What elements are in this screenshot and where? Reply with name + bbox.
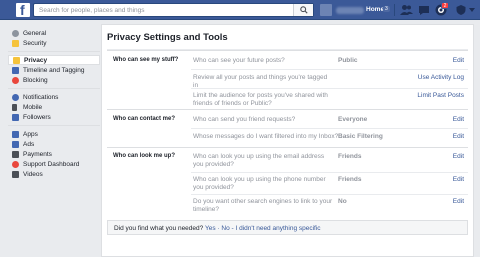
home-count: 3 <box>383 6 390 12</box>
edit-link[interactable]: Edit <box>453 198 464 205</box>
divider <box>394 4 395 16</box>
sidebar-item-privacy[interactable]: Privacy <box>8 55 100 65</box>
section-who-can-contact-me: Who can contact me? Who can send you fri… <box>107 109 468 147</box>
messages-icon[interactable] <box>418 4 430 16</box>
sidebar-item-blocking[interactable]: Blocking <box>8 75 100 85</box>
edit-link[interactable]: Edit <box>453 153 464 160</box>
section-who-can-see-my-stuff: Who can see my stuff? Who can see your f… <box>107 50 468 108</box>
section-who-can-look-me-up: Who can look me up? Who can look you up … <box>107 147 468 213</box>
sidebar-group-privacy: Privacy Timeline and Tagging Blocking <box>8 55 100 89</box>
shield-icon <box>12 39 19 47</box>
gear-icon <box>12 29 19 37</box>
sidebar-group-notifications: Notifications Mobile Followers <box>8 92 100 126</box>
sidebar-item-general[interactable]: General <box>8 28 100 38</box>
timeline-icon <box>12 66 19 74</box>
settings-row: Who can look you up using the email addr… <box>107 150 468 172</box>
privacy-settings-panel: Privacy Settings and Tools Who can see m… <box>101 24 474 257</box>
setting-question: Do you want other search engines to link… <box>193 198 333 213</box>
feedback-box: Did you find what you needed? Yes · No -… <box>107 220 468 235</box>
settings-sidebar: General Security Privacy Timeline and Ta… <box>8 28 100 179</box>
sidebar-item-apps[interactable]: Apps <box>8 129 100 139</box>
feedback-separator: · <box>217 225 220 232</box>
sidebar-item-videos[interactable]: Videos <box>8 169 100 179</box>
setting-question: Whose messages do I want filtered into m… <box>193 133 339 140</box>
profile-link[interactable] <box>320 4 364 16</box>
notifications-badge: 2 <box>441 2 449 9</box>
avatar <box>320 4 332 16</box>
globe-icon <box>12 93 19 101</box>
payments-icon <box>12 150 19 158</box>
search-box <box>33 3 314 17</box>
setting-question: Limit the audience for posts you've shar… <box>193 92 328 107</box>
settings-row: Limit the audience for posts you've shar… <box>191 88 468 109</box>
edit-link[interactable]: Edit <box>453 133 464 140</box>
setting-question: Who can look you up using the email addr… <box>193 153 325 168</box>
search-icon <box>300 6 308 14</box>
sidebar-item-mobile[interactable]: Mobile <box>8 102 100 112</box>
facebook-logo[interactable]: f <box>16 2 30 18</box>
lifebuoy-icon <box>12 160 19 168</box>
mobile-icon <box>12 103 17 111</box>
setting-question: Who can look you up using the phone numb… <box>193 176 326 191</box>
top-bar: f Home 3 2 <box>0 0 480 20</box>
privacy-shortcuts-icon[interactable] <box>455 4 467 16</box>
feedback-yes-link[interactable]: Yes <box>205 225 216 232</box>
feedback-prompt: Did you find what you needed? Yes · No -… <box>114 225 321 232</box>
video-icon <box>12 170 19 178</box>
search-button[interactable] <box>293 4 313 16</box>
use-activity-log-link[interactable]: Use Activity Log <box>418 74 464 81</box>
page-title: Privacy Settings and Tools <box>107 32 228 43</box>
sidebar-item-ads[interactable]: Ads <box>8 139 100 149</box>
rss-icon <box>12 113 19 121</box>
sidebar-item-timeline-and-tagging[interactable]: Timeline and Tagging <box>8 65 100 75</box>
setting-question: Who can see your future posts? <box>193 57 285 64</box>
ads-icon <box>12 140 19 148</box>
sidebar-item-followers[interactable]: Followers <box>8 112 100 122</box>
setting-value: Friends <box>338 176 362 183</box>
settings-row: Whose messages do I want filtered into m… <box>191 128 468 147</box>
sidebar-group-apps: Apps Ads Payments Support Dashboard Vide… <box>8 129 100 179</box>
sidebar-group-account: General Security <box>8 28 100 52</box>
block-icon <box>12 76 19 84</box>
home-link[interactable]: Home <box>366 6 384 13</box>
setting-value: Friends <box>338 153 362 160</box>
settings-row: Do you want other search engines to link… <box>191 194 468 215</box>
setting-value: Public <box>338 57 358 64</box>
profile-name-blurred <box>336 6 364 14</box>
limit-past-posts-link[interactable]: Limit Past Posts <box>417 92 464 99</box>
feedback-no-link[interactable]: No - I didn't need anything specific <box>221 225 320 232</box>
setting-value: No <box>338 198 347 205</box>
friend-requests-icon[interactable] <box>400 4 413 16</box>
sidebar-item-security[interactable]: Security <box>8 38 100 48</box>
sidebar-item-support-dashboard[interactable]: Support Dashboard <box>8 159 100 169</box>
account-menu-icon[interactable] <box>469 8 475 12</box>
sidebar-item-payments[interactable]: Payments <box>8 149 100 159</box>
settings-row: Who can look you up using the phone numb… <box>191 172 468 193</box>
edit-link[interactable]: Edit <box>453 176 464 183</box>
setting-value: Everyone <box>338 116 368 123</box>
search-input[interactable] <box>34 4 284 16</box>
apps-icon <box>12 130 19 138</box>
sidebar-item-notifications[interactable]: Notifications <box>8 92 100 102</box>
edit-link[interactable]: Edit <box>453 57 464 64</box>
settings-row: Review all your posts and things you're … <box>191 69 468 89</box>
lock-icon <box>13 56 20 64</box>
setting-value: Basic Filtering <box>338 133 383 140</box>
feedback-question: Did you find what you needed? <box>114 225 204 232</box>
setting-question: Who can send you friend requests? <box>193 116 296 123</box>
edit-link[interactable]: Edit <box>453 116 464 123</box>
